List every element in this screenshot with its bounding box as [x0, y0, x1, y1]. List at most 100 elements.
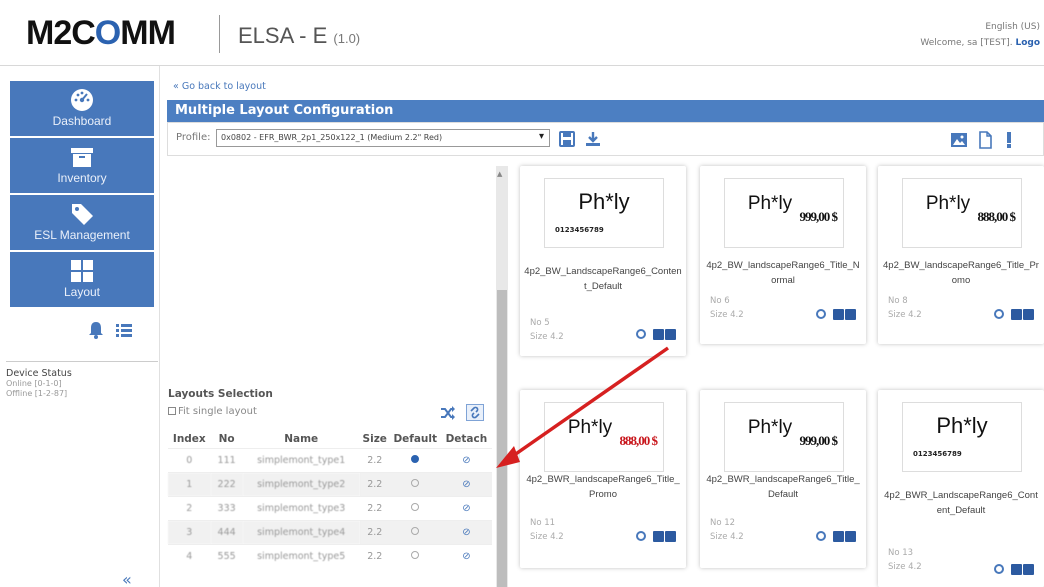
col-size[interactable]: Size — [360, 430, 390, 448]
col-no[interactable]: No — [211, 430, 243, 448]
save-icon[interactable] — [558, 130, 576, 148]
detach-icon[interactable]: ⊘ — [462, 551, 470, 562]
table-row[interactable]: 4 555 simplemont_type5 2.2 ⊘ — [168, 543, 492, 568]
edit-icon[interactable] — [833, 530, 844, 542]
layout-card[interactable]: Ph*ly 0123456789 4p2_BWR_LandscapeRange6… — [878, 390, 1044, 587]
table-header-row: Index No Name Size Default Detach — [168, 430, 492, 448]
add-icon[interactable] — [665, 328, 676, 340]
add-icon[interactable] — [1023, 563, 1034, 575]
layout-card[interactable]: Ph*ly 999,00 $ 4p2_BWR_landscapeRange6_T… — [700, 390, 866, 568]
row-no: 111 — [210, 447, 243, 472]
alert-icon[interactable] — [1000, 131, 1018, 149]
app-header: M2COMM ELSA - E (1.0) English (US) Welco… — [0, 0, 1044, 66]
add-icon[interactable] — [665, 530, 676, 542]
detach-icon[interactable]: ⊘ — [462, 455, 470, 466]
add-icon[interactable] — [1023, 308, 1034, 320]
layout-no: No 11 — [530, 518, 556, 528]
detach-all-button[interactable] — [466, 404, 484, 421]
default-radio[interactable] — [411, 526, 420, 535]
esl-preview: Ph*ly 0123456789 — [902, 402, 1022, 472]
collapse-sidebar-button[interactable]: « — [122, 570, 132, 587]
locate-icon[interactable] — [816, 309, 826, 319]
row-detach-cell: ⊘ — [440, 471, 492, 496]
layout-no: No 12 — [710, 518, 736, 528]
default-radio[interactable] — [411, 502, 420, 511]
row-index: 4 — [168, 543, 211, 568]
esl-preview: Ph*ly 999,00 $ — [724, 178, 844, 248]
layout-name: 4p2_BW_LandscapeRange6_Content_Default — [524, 266, 682, 292]
detach-icon[interactable]: ⊘ — [462, 479, 470, 490]
table-row[interactable]: 3 444 simplemont_type4 2.2 ⊘ — [168, 519, 492, 544]
detach-icon[interactable]: ⊘ — [462, 503, 470, 514]
row-default-cell — [389, 471, 441, 496]
edit-icon[interactable] — [1011, 563, 1022, 575]
edit-icon[interactable] — [653, 530, 664, 542]
layout-card[interactable]: Ph*ly 999,00 $ 4p2_BW_landscapeRange6_Ti… — [700, 166, 866, 344]
sidebar-item-inventory[interactable]: Inventory — [10, 138, 154, 194]
row-detach-cell: ⊘ — [440, 447, 492, 472]
card-actions — [816, 307, 856, 320]
profile-select[interactable]: 0x0802 - EFR_BWR_2p1_250x122_1 (Medium 2… — [216, 129, 550, 147]
default-radio[interactable] — [411, 454, 420, 463]
table-row[interactable]: 1 222 simplemont_type2 2.2 ⊘ — [168, 471, 492, 496]
table-row[interactable]: 0 111 simplemont_type1 2.2 ⊘ — [168, 447, 492, 472]
sidebar-item-label: ESL Management — [34, 228, 130, 242]
sidebar-item-esl-management[interactable]: ESL Management — [10, 195, 154, 251]
logout-link[interactable]: Logo — [1015, 38, 1040, 48]
fit-single-layout-checkbox[interactable]: Fit single layout — [168, 406, 257, 417]
scrollbar-thumb[interactable] — [497, 290, 507, 587]
table-row[interactable]: 2 333 simplemont_type3 2.2 ⊘ — [168, 495, 492, 520]
locate-icon[interactable] — [636, 531, 646, 541]
layout-card[interactable]: Ph*ly 888,00 $ 4p2_BW_landscapeRange6_Ti… — [878, 166, 1044, 344]
add-icon[interactable] — [845, 530, 856, 542]
app-version: (1.0) — [333, 31, 361, 46]
layout-name: 4p2_BWR_landscapeRange6_Title_Promo — [526, 474, 680, 500]
locate-icon[interactable] — [994, 564, 1004, 574]
row-detach-cell: ⊘ — [440, 495, 492, 520]
list-icon[interactable] — [114, 320, 134, 340]
preview-price: 888,00 $ — [977, 209, 1016, 224]
locate-icon[interactable] — [636, 329, 646, 339]
default-radio[interactable] — [411, 478, 420, 487]
row-size: 2.2 — [359, 543, 390, 568]
download-icon[interactable] — [584, 130, 602, 148]
checkbox-box[interactable] — [168, 407, 176, 415]
chevron-down-icon: ▾ — [538, 131, 544, 142]
col-detach[interactable]: Detach — [441, 430, 492, 448]
bell-icon[interactable] — [86, 320, 106, 340]
scroll-up-arrow[interactable]: ▲ — [497, 170, 502, 178]
locate-icon[interactable] — [994, 309, 1004, 319]
row-index: 1 — [168, 471, 211, 496]
row-detach-cell: ⊘ — [440, 543, 492, 568]
edit-icon[interactable] — [833, 308, 844, 320]
layout-card[interactable]: Ph*ly 888,00 $ 4p2_BWR_landscapeRange6_T… — [520, 390, 686, 568]
col-index[interactable]: Index — [168, 430, 211, 448]
image-icon[interactable] — [950, 131, 968, 149]
row-size: 2.2 — [359, 519, 390, 544]
preview-barcode: 0123456789 — [913, 450, 962, 458]
preview-price: 888,00 $ — [619, 433, 658, 448]
document-icon[interactable] — [976, 131, 994, 149]
section-title: Multiple Layout Configuration — [167, 100, 1044, 122]
sidebar-item-dashboard[interactable]: Dashboard — [10, 81, 154, 137]
locate-icon[interactable] — [816, 531, 826, 541]
edit-icon[interactable] — [653, 328, 664, 340]
shuffle-icon[interactable] — [440, 406, 456, 420]
sidebar-quick-icons — [86, 320, 134, 343]
fit-single-label: Fit single layout — [178, 406, 257, 417]
col-name[interactable]: Name — [243, 430, 360, 448]
back-to-layout-link[interactable]: « Go back to layout — [173, 81, 266, 92]
layout-card[interactable]: Ph*ly 0123456789 4p2_BW_LandscapeRange6_… — [520, 166, 686, 356]
default-radio[interactable] — [411, 550, 420, 559]
m2comm-logo[interactable]: M2COMM — [26, 14, 176, 53]
detach-icon[interactable]: ⊘ — [462, 527, 470, 538]
row-default-cell — [389, 495, 441, 520]
edit-icon[interactable] — [1011, 308, 1022, 320]
preview-product-name: Ph*ly — [936, 413, 988, 438]
add-icon[interactable] — [845, 308, 856, 320]
language-selector[interactable]: English (US) — [985, 22, 1040, 32]
dashboard-icon — [71, 89, 93, 111]
sidebar-item-layout[interactable]: Layout — [10, 252, 154, 308]
row-name: simplemont_type5 — [242, 543, 360, 568]
col-default[interactable]: Default — [390, 430, 441, 448]
